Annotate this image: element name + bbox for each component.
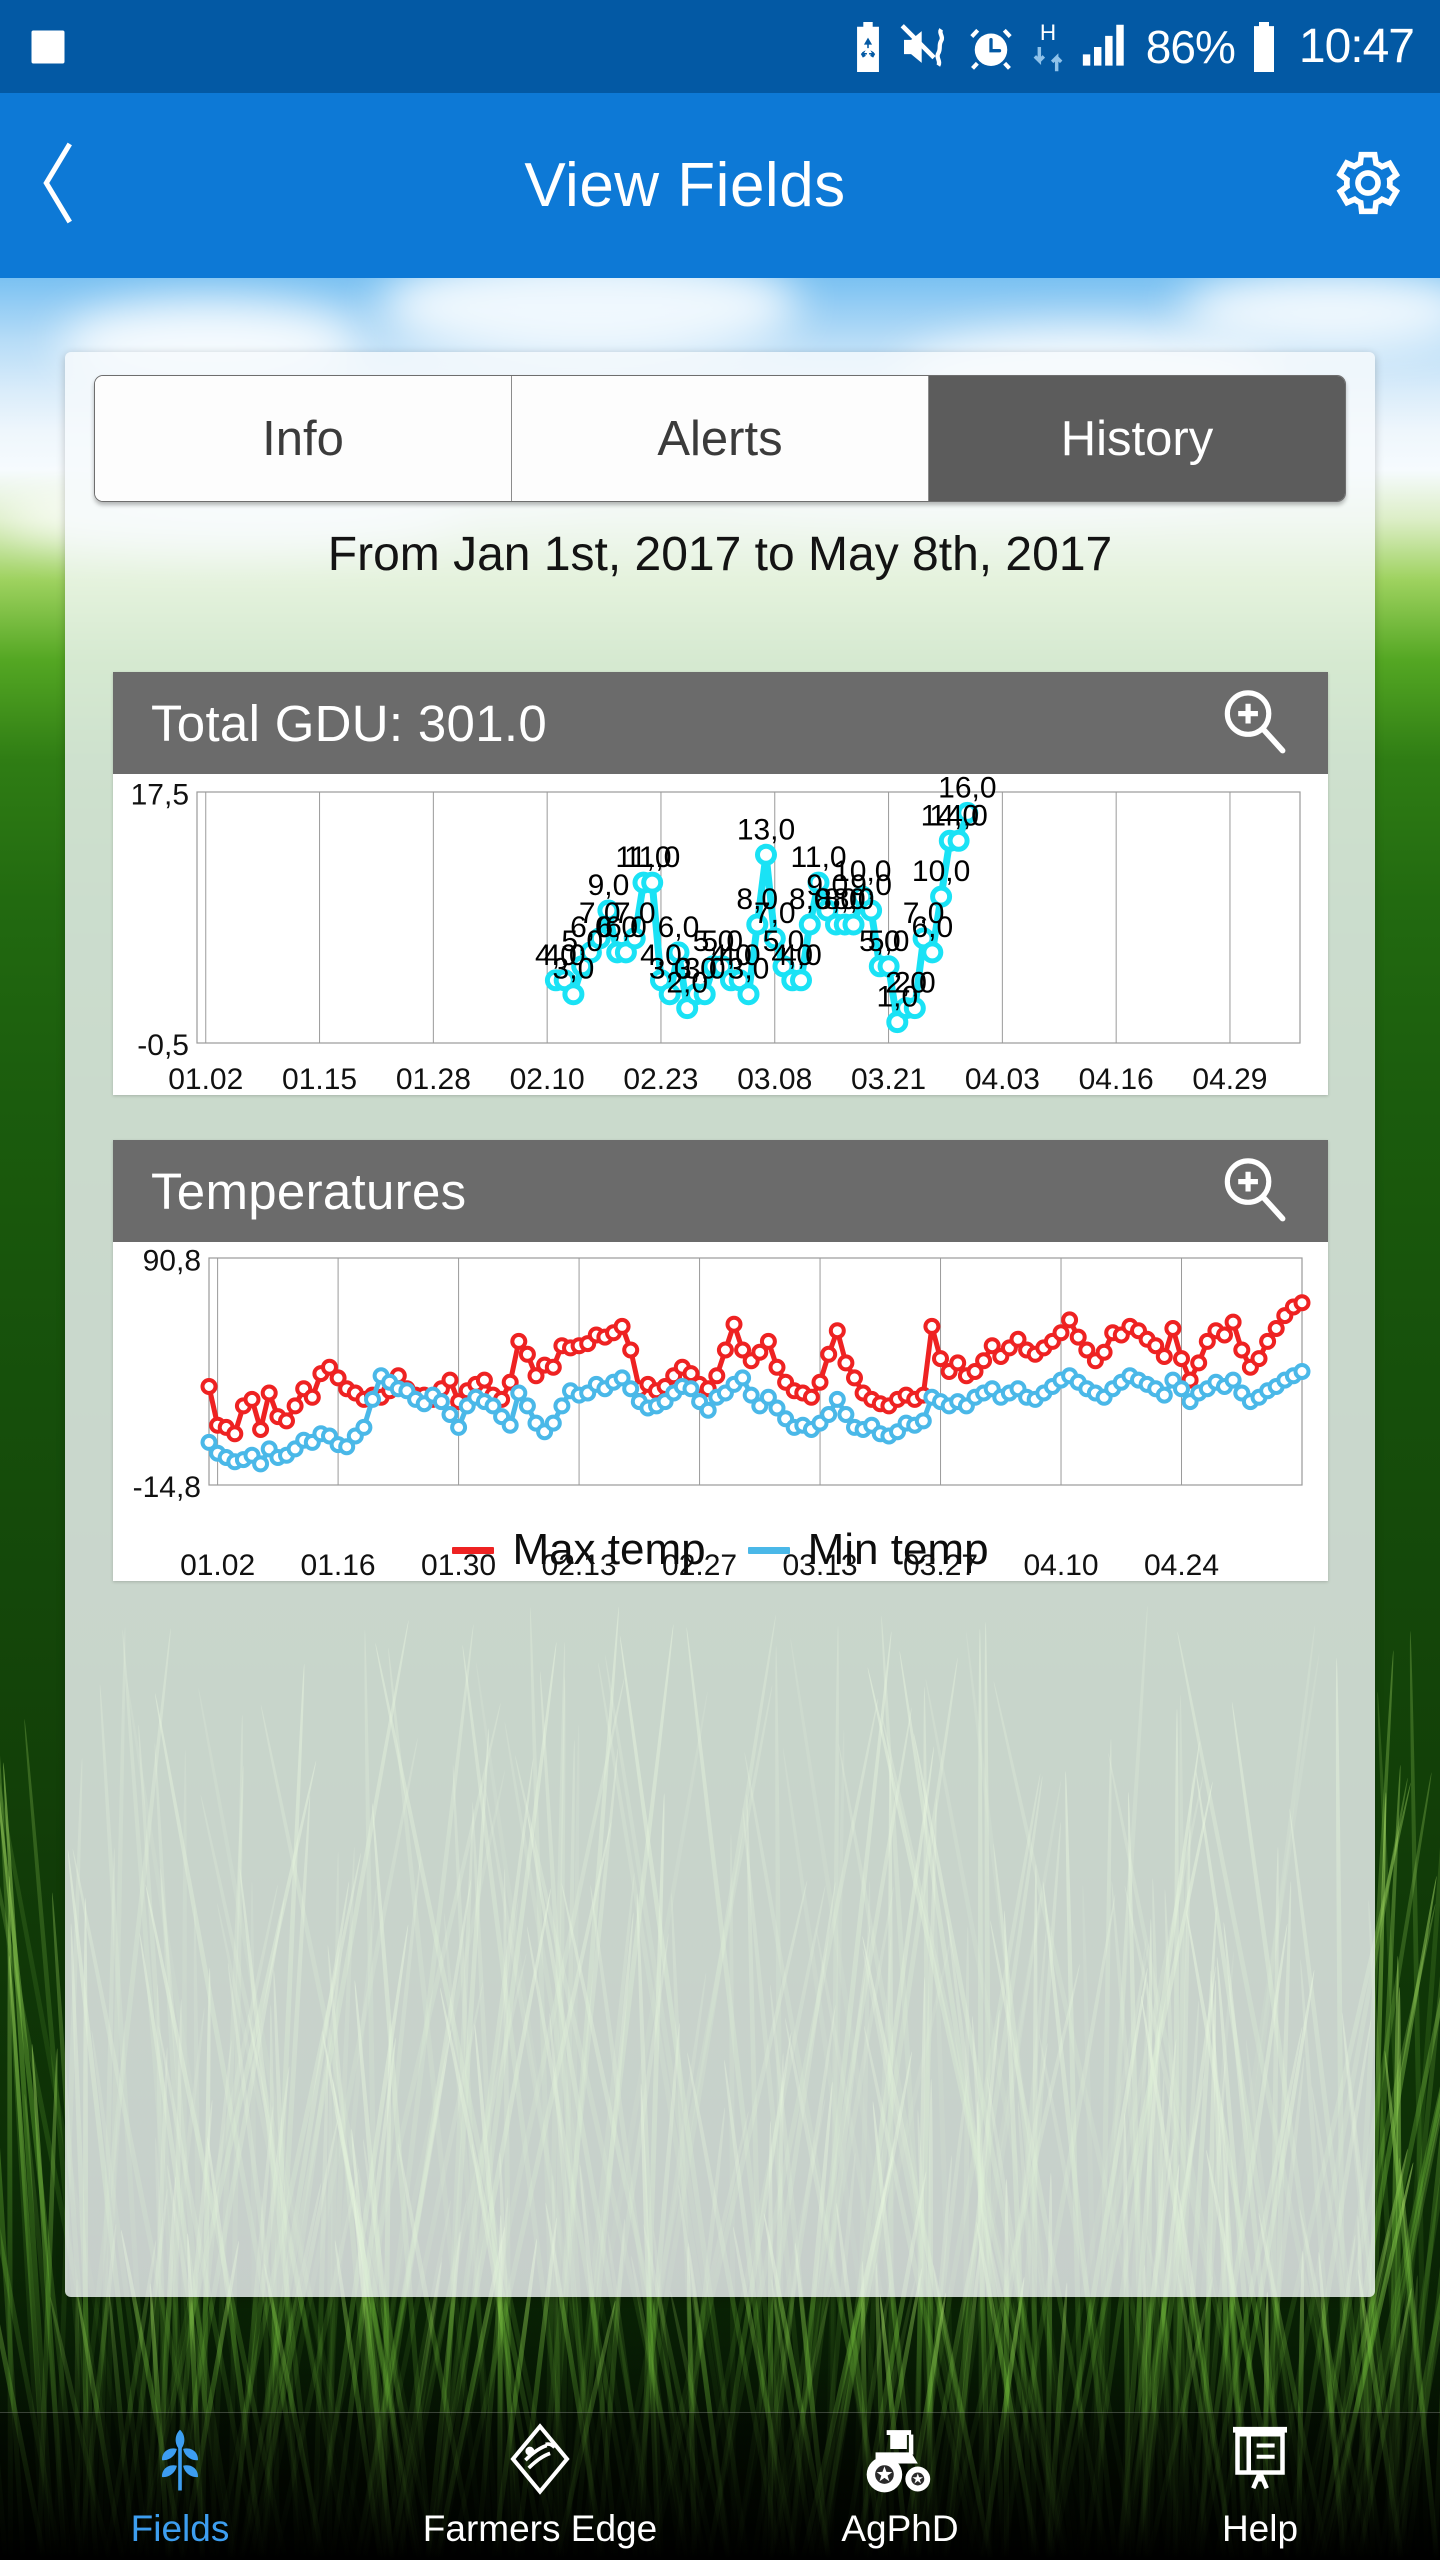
tab-info[interactable]: Info	[95, 376, 512, 501]
battery-icon	[1248, 21, 1280, 72]
alarm-icon	[967, 23, 1015, 71]
svg-text:02.10: 02.10	[510, 1063, 585, 1095]
max-temp-swatch	[452, 1546, 495, 1554]
status-bar: H 86% 10:47	[0, 0, 1440, 93]
page-title: View Fields	[524, 151, 846, 220]
svg-text:H: H	[1040, 21, 1056, 45]
battery-saver-icon	[849, 21, 887, 72]
svg-text:03.21: 03.21	[851, 1063, 926, 1095]
tab-bar: Info Alerts History	[94, 375, 1346, 502]
svg-text:6,0: 6,0	[911, 911, 953, 944]
svg-text:11,0: 11,0	[624, 841, 680, 874]
mute-vibrate-icon	[900, 23, 954, 70]
svg-text:13,0: 13,0	[737, 813, 795, 846]
temperatures-chart[interactable]: 01.02 01.16 01.30 02.13 02.27 03.13 03.27 04.10…	[113, 1242, 1328, 1581]
nav-item-help[interactable]: Help	[1080, 2423, 1440, 2550]
battery-percent-label: 86%	[1145, 20, 1236, 73]
nav-item-fields[interactable]: Fields	[0, 2423, 360, 2550]
date-range-label: From Jan 1st, 2017 to May 8th, 2017	[327, 528, 1113, 581]
temperatures-title: Temperatures	[151, 1162, 467, 1220]
temperatures-panel: Temperatures 01.02 01.16 01.30 02.13 02.27 03…	[113, 1140, 1328, 1581]
signal-icon	[1081, 24, 1133, 70]
history-card: Info Alerts History From Jan 1st, 2017 t…	[65, 352, 1375, 2297]
zoom-in-icon[interactable]	[1216, 684, 1290, 763]
nav-label-farmers-edge: Farmers Edge	[422, 2508, 658, 2549]
svg-text:04.03: 04.03	[965, 1063, 1040, 1095]
nav-label-fields: Fields	[130, 2508, 230, 2549]
svg-text:9,0: 9,0	[850, 869, 892, 902]
svg-text:10,0: 10,0	[912, 855, 970, 888]
svg-text:01.28: 01.28	[396, 1063, 471, 1095]
svg-text:04.16: 04.16	[1079, 1063, 1154, 1095]
svg-text:2,0: 2,0	[894, 967, 936, 1000]
nav-label-help: Help	[1221, 2508, 1299, 2549]
min-temp-swatch	[747, 1546, 790, 1554]
gdu-title: Total GDU: 301.0	[151, 694, 547, 752]
svg-text:02.23: 02.23	[623, 1063, 698, 1095]
tab-history[interactable]: History	[929, 376, 1345, 501]
back-chevron-icon	[36, 140, 84, 231]
svg-text:7,0: 7,0	[614, 897, 656, 930]
temperatures-legend: Max temp Min temp	[113, 1525, 1328, 1575]
legend-item-min-temp: Min temp	[747, 1525, 989, 1575]
hspa-data-icon: H	[1028, 21, 1068, 73]
gear-icon	[1325, 143, 1405, 228]
svg-text:4,0: 4,0	[780, 939, 822, 972]
svg-text:90,8: 90,8	[143, 1245, 201, 1278]
zoom-in-icon[interactable]	[1216, 1152, 1290, 1231]
gallery-icon	[26, 25, 70, 69]
svg-text:03.08: 03.08	[737, 1063, 812, 1095]
svg-text:01.02: 01.02	[168, 1063, 243, 1095]
legend-label-max-temp: Max temp	[512, 1525, 706, 1574]
gdu-panel: Total GDU: 301.0 01.02 01.15 01.28 02.10 02.…	[113, 672, 1328, 1095]
wheat-icon	[145, 2423, 215, 2500]
svg-text:-0,5: -0,5	[137, 1029, 189, 1062]
shield-field-icon	[504, 2423, 576, 2500]
legend-item-max-temp: Max temp	[452, 1525, 706, 1575]
svg-text:16,0: 16,0	[938, 774, 996, 804]
nav-item-farmers-edge[interactable]: Farmers Edge	[360, 2423, 720, 2550]
gdu-panel-header: Total GDU: 301.0	[113, 672, 1328, 774]
nav-item-agphd[interactable]: AgPhD	[720, 2423, 1080, 2550]
legend-label-min-temp: Min temp	[807, 1525, 989, 1574]
temperatures-panel-header: Temperatures	[113, 1140, 1328, 1242]
bottom-navigation: Fields Farmers Edge AgPhD Help	[0, 2412, 1440, 2560]
presentation-icon	[1225, 2423, 1295, 2500]
svg-text:17,5: 17,5	[131, 779, 189, 812]
tab-alerts[interactable]: Alerts	[512, 376, 929, 501]
app-bar: View Fields	[0, 93, 1440, 278]
svg-text:04.29: 04.29	[1192, 1063, 1267, 1095]
clock-label: 10:47	[1298, 20, 1415, 73]
svg-text:01.15: 01.15	[282, 1063, 357, 1095]
gdu-chart[interactable]: 01.02 01.15 01.28 02.10 02.23 03.08 03.21 04.03…	[113, 774, 1328, 1095]
settings-button[interactable]	[1290, 143, 1440, 228]
tractor-icon	[860, 2423, 940, 2500]
svg-text:-14,8: -14,8	[133, 1471, 201, 1504]
nav-label-agphd: AgPhD	[841, 2508, 959, 2549]
